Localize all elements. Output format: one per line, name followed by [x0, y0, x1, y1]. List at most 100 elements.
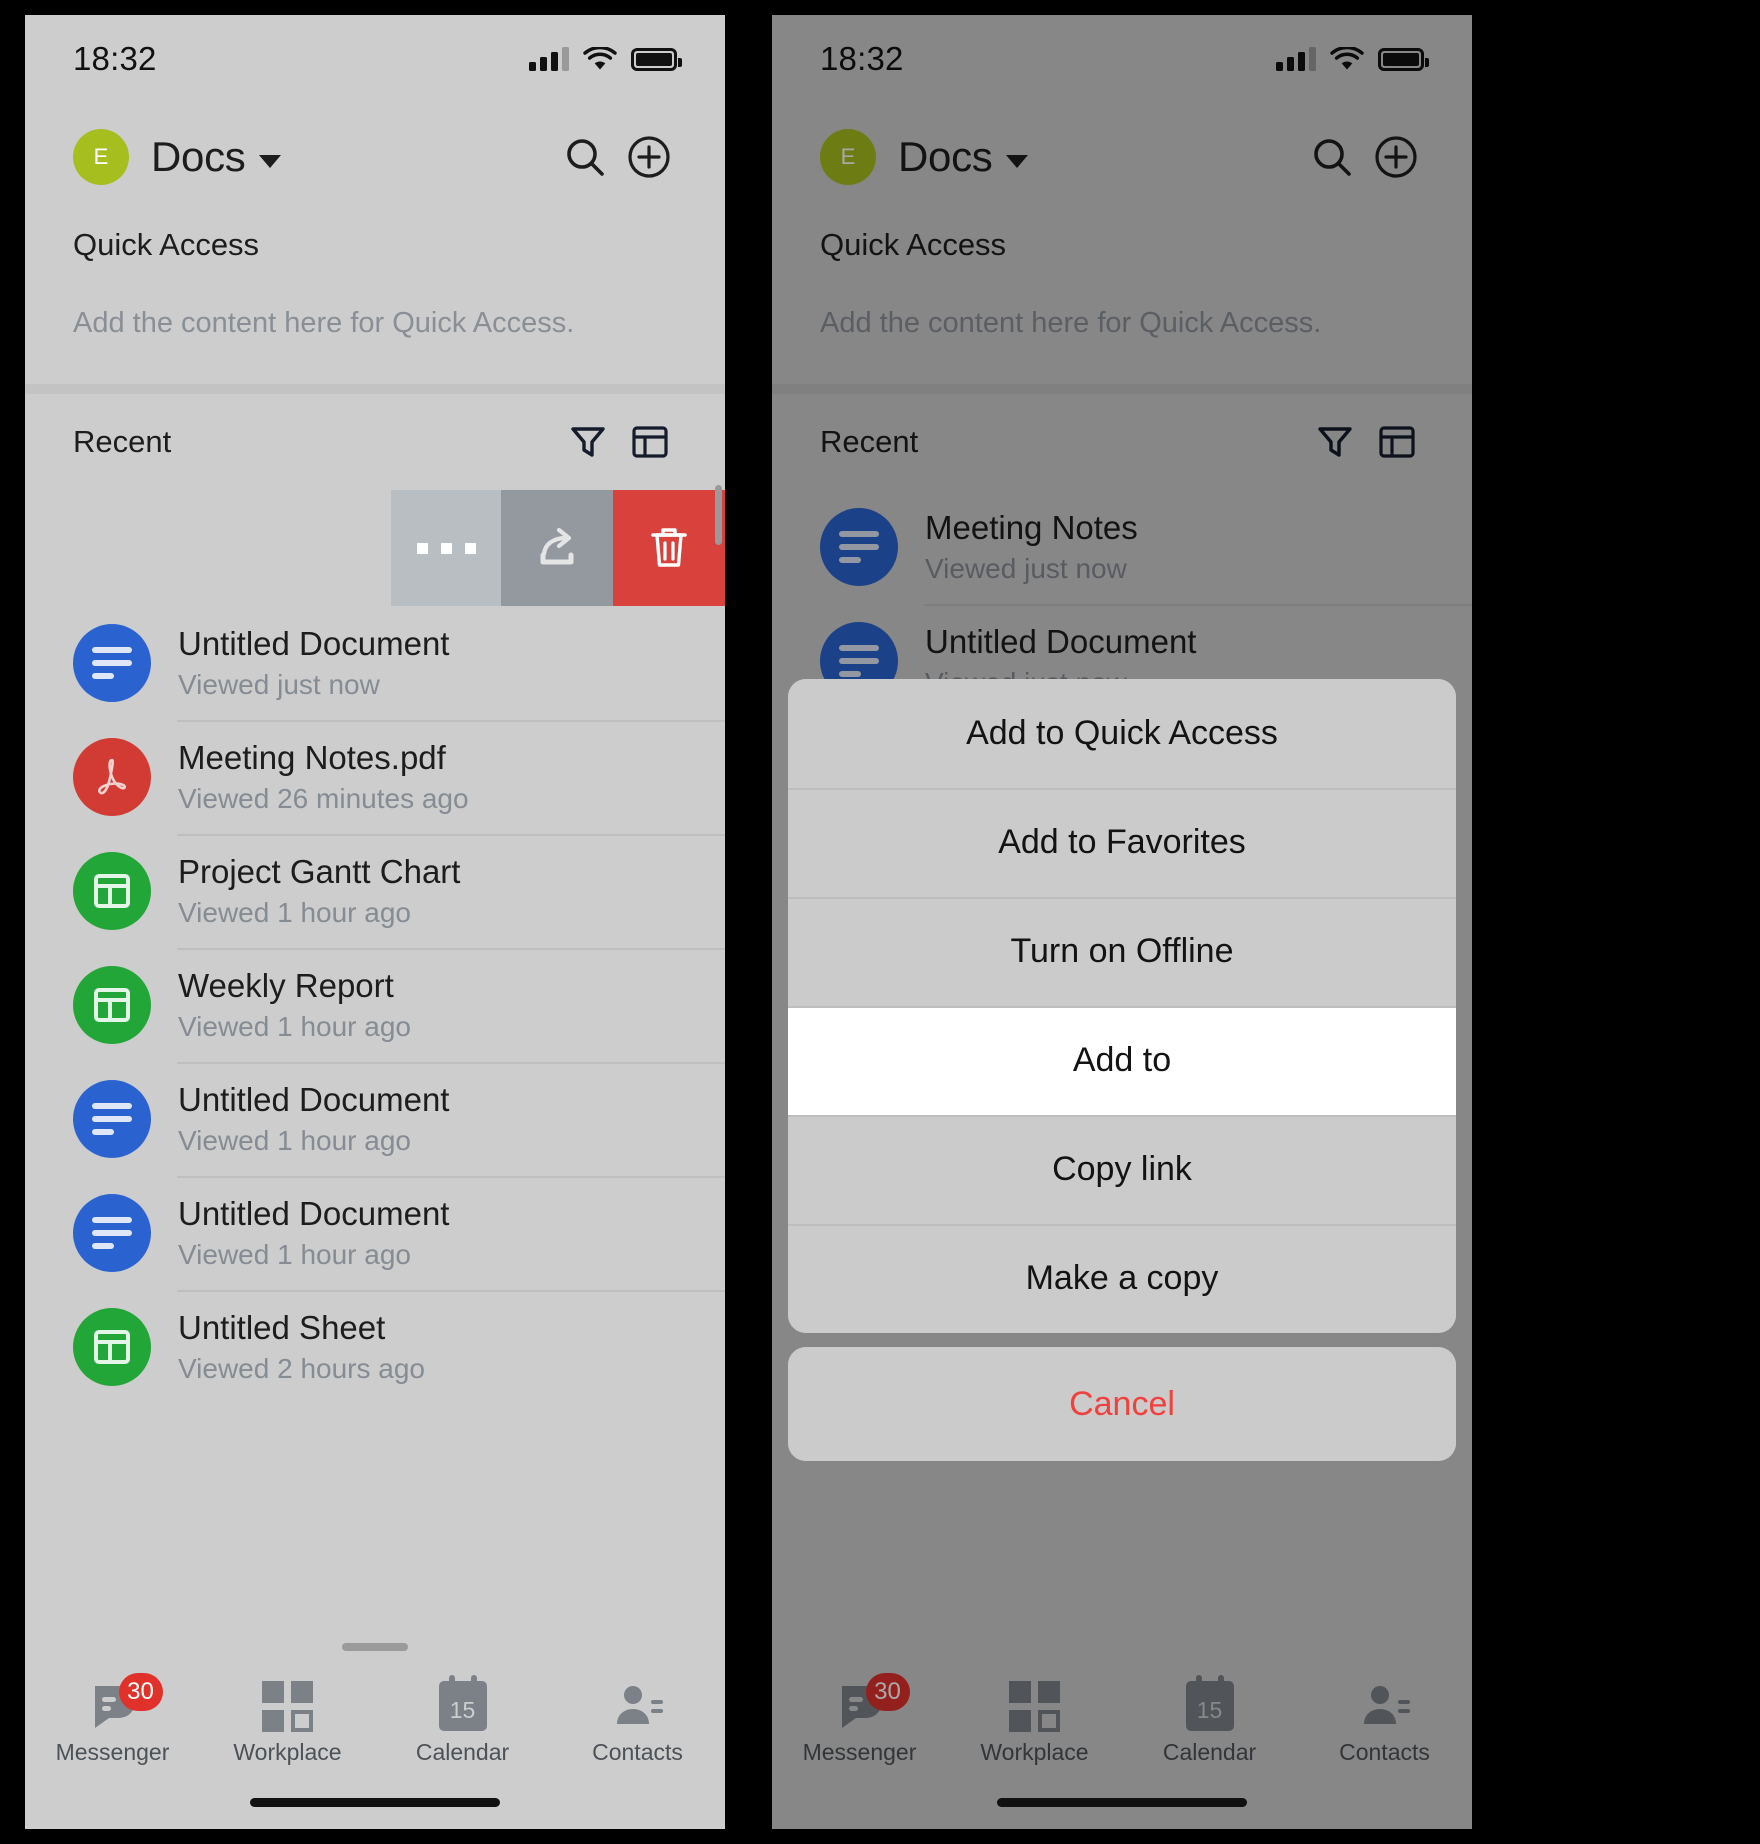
sheet-glyph-icon: [94, 988, 130, 1022]
file-meta: Untitled Document Viewed 1 hour ago: [178, 1081, 449, 1158]
tab-contacts[interactable]: Contacts: [550, 1677, 725, 1766]
file-meta: Meeting Notes.pdf Viewed 26 minutes ago: [178, 739, 469, 816]
home-indicator[interactable]: [250, 1798, 500, 1807]
wifi-icon: [583, 46, 617, 72]
file-meta: Project Gantt Chart Viewed 1 hour ago: [178, 853, 460, 930]
tab-label: Contacts: [592, 1739, 683, 1765]
status-icons: [529, 46, 682, 72]
file-list-item[interactable]: Untitled Document Viewed 1 hour ago: [25, 1062, 725, 1176]
swipe-share-button[interactable]: [501, 490, 613, 606]
file-list-item[interactable]: Weekly Report Viewed 1 hour ago: [25, 948, 725, 1062]
recent-file-list: Untitled Document Viewed just now Meeting …: [25, 606, 725, 1404]
file-meta: Weekly Report Viewed 1 hour ago: [178, 967, 411, 1044]
swipe-action-row: [25, 490, 725, 606]
action-sheet-item[interactable]: Copy link: [788, 1115, 1456, 1224]
tab-calendar[interactable]: 15 Calendar: [375, 1675, 550, 1766]
share-icon: [540, 527, 574, 565]
file-list-item[interactable]: Untitled Document Viewed just now: [25, 606, 725, 720]
sheet-grip[interactable]: [25, 1643, 725, 1651]
action-sheet-item[interactable]: Add to: [788, 1006, 1456, 1115]
screenshot-stage: 18:32 E Docs Quick Access Add the conten…: [0, 0, 1760, 1844]
file-meta: Untitled Document Viewed 1 hour ago: [178, 1195, 449, 1272]
status-clock: 18:32: [73, 40, 157, 77]
file-meta: Untitled Sheet Viewed 2 hours ago: [178, 1309, 425, 1386]
page-title: Docs: [151, 133, 246, 180]
calendar-day: 15: [438, 1675, 487, 1731]
calendar-icon: 15: [438, 1675, 487, 1735]
cancel-button[interactable]: Cancel: [788, 1347, 1456, 1461]
action-sheet-item[interactable]: Add to Quick Access: [788, 679, 1456, 788]
document-glyph-icon: [92, 1103, 132, 1135]
home-indicator[interactable]: [997, 1798, 1247, 1807]
file-list-item[interactable]: Untitled Sheet Viewed 2 hours ago: [25, 1290, 725, 1404]
filter-icon[interactable]: [557, 410, 619, 474]
section-divider: [25, 384, 725, 394]
messenger-icon: 30: [85, 1673, 163, 1735]
tab-messenger[interactable]: 30 Messenger: [25, 1673, 200, 1766]
app-screen: 18:32 E Docs Quick Access Add the conten…: [25, 15, 725, 1829]
quick-access-empty-text: Add the content here for Quick Access.: [73, 307, 575, 339]
file-subtitle: Viewed 1 hour ago: [178, 1011, 411, 1043]
file-type-icon: [73, 1080, 151, 1158]
file-name: Meeting Notes.pdf: [178, 738, 446, 776]
messenger-badge: 30: [118, 1673, 163, 1711]
action-sheet-item[interactable]: Turn on Offline: [788, 897, 1456, 1006]
file-subtitle: Viewed 2 hours ago: [178, 1353, 425, 1385]
tab-label: Calendar: [415, 1739, 510, 1765]
document-glyph-icon: [92, 647, 132, 679]
action-sheet: Add to Quick Access Add to Favorites Turn …: [788, 679, 1456, 1333]
sheet-glyph-icon: [94, 874, 130, 908]
file-name: Project Gantt Chart: [178, 852, 461, 890]
scroll-indicator[interactable]: [715, 485, 722, 545]
plus-circle-icon[interactable]: [617, 125, 681, 189]
file-list-item[interactable]: Project Gantt Chart Viewed 1 hour ago: [25, 834, 725, 948]
file-type-icon: [73, 624, 151, 702]
file-list-item[interactable]: Meeting Notes.pdf Viewed 26 minutes ago: [25, 720, 725, 834]
pdf-glyph-icon: [98, 758, 127, 795]
file-list-item[interactable]: Untitled Document Viewed 1 hour ago: [25, 1176, 725, 1290]
app-header: E Docs: [25, 103, 725, 211]
recent-header: Recent: [25, 394, 725, 490]
file-subtitle: Viewed 1 hour ago: [178, 897, 411, 929]
file-name: Untitled Document: [178, 624, 450, 662]
file-name: Untitled Document: [178, 1080, 450, 1118]
document-glyph-icon: [92, 1217, 132, 1249]
avatar[interactable]: E: [73, 129, 129, 185]
file-name: Untitled Sheet: [178, 1308, 386, 1346]
file-type-icon: [73, 1308, 151, 1386]
search-icon[interactable]: [553, 125, 617, 189]
ellipsis-icon: [416, 542, 476, 554]
tab-workplace[interactable]: Workplace: [200, 1677, 375, 1766]
battery-full-icon: [631, 47, 682, 71]
file-subtitle: Viewed 26 minutes ago: [178, 783, 469, 815]
file-meta: Untitled Document Viewed just now: [178, 625, 449, 702]
file-type-icon: [73, 1194, 151, 1272]
file-type-icon: [73, 852, 151, 930]
action-sheet-item[interactable]: Add to Favorites: [788, 788, 1456, 897]
workplace-grid-icon: [262, 1677, 313, 1735]
phone-screen-left: 18:32 E Docs Quick Access Add the conten…: [25, 15, 725, 1829]
cellular-signal-icon: [529, 47, 569, 71]
trash-icon: [651, 528, 687, 567]
swipe-more-button[interactable]: [391, 490, 501, 606]
recent-title: Recent: [73, 424, 172, 459]
app-screen-dimmed: 18:32 E Docs Quick Access Add the conten…: [772, 15, 1472, 1829]
file-subtitle: Viewed just now: [178, 669, 380, 701]
file-type-icon: [73, 738, 151, 816]
action-sheet-item[interactable]: Make a copy: [788, 1224, 1456, 1333]
tab-label: Messenger: [55, 1739, 170, 1765]
file-name: Weekly Report: [178, 966, 394, 1004]
swipe-action-group: [391, 490, 725, 606]
chevron-down-icon[interactable]: [258, 154, 281, 168]
status-bar: 18:32: [25, 15, 725, 103]
file-name: Untitled Document: [178, 1194, 450, 1232]
contacts-icon: [611, 1677, 665, 1735]
action-sheet-cancel-group: Cancel: [788, 1347, 1456, 1461]
tab-label: Workplace: [233, 1739, 342, 1765]
file-subtitle: Viewed 1 hour ago: [178, 1239, 411, 1271]
file-subtitle: Viewed 1 hour ago: [178, 1125, 411, 1157]
file-type-icon: [73, 966, 151, 1044]
quick-access-title: Quick Access: [73, 227, 260, 262]
swipe-delete-button[interactable]: [613, 490, 725, 606]
grid-view-icon[interactable]: [619, 410, 681, 474]
